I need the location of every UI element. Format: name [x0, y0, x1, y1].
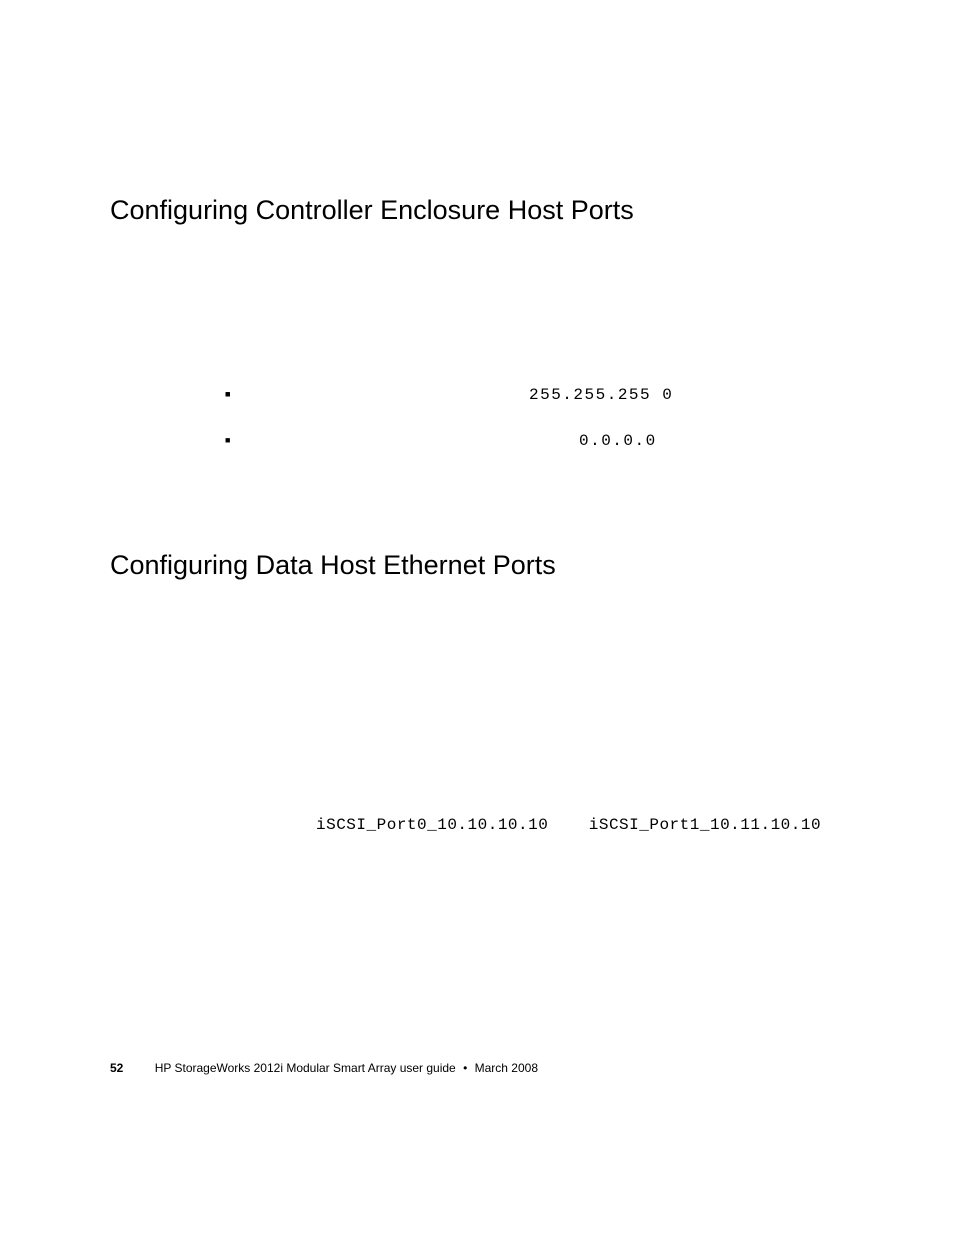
- bullet-list-defaults: 255.255.255 0 0.0.0.0: [225, 386, 844, 450]
- iscsi-port-example: iSCSI_Port0_10.10.10.10 iSCSI_Port1_10.1…: [316, 816, 844, 834]
- bullet-item-netmask: 255.255.255 0: [225, 386, 844, 404]
- netmask-value: 255.255.255 0: [529, 386, 673, 404]
- footer-separator: •: [463, 1061, 467, 1075]
- heading-data-host-ethernet-ports: Configuring Data Host Ethernet Ports: [110, 550, 844, 581]
- page-content: Configuring Controller Enclosure Host Po…: [0, 0, 954, 834]
- page-footer: 52 HP StorageWorks 2012i Modular Smart A…: [110, 1061, 538, 1075]
- bullet-item-gateway: 0.0.0.0: [225, 432, 844, 450]
- page-number: 52: [110, 1061, 123, 1075]
- gateway-value: 0.0.0.0: [579, 432, 657, 450]
- heading-controller-enclosure-host-ports: Configuring Controller Enclosure Host Po…: [110, 195, 844, 226]
- footer-doc-title: HP StorageWorks 2012i Modular Smart Arra…: [155, 1061, 456, 1075]
- footer-date: March 2008: [475, 1061, 538, 1075]
